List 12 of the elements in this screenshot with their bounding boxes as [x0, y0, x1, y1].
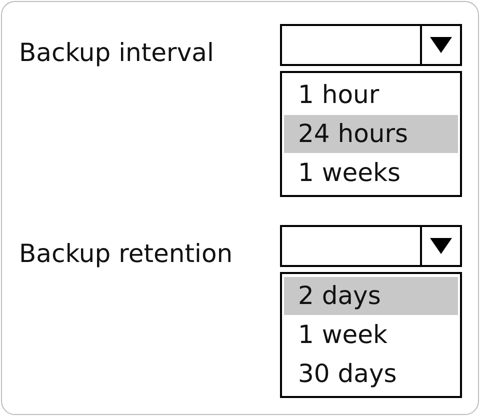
caret-icon: [430, 238, 452, 254]
caret-icon: [430, 37, 452, 53]
list-option[interactable]: 24 hours: [284, 115, 458, 153]
list-option[interactable]: 1 hour: [284, 76, 458, 114]
list-option[interactable]: 1 weeks: [284, 154, 458, 192]
list-option[interactable]: 30 days: [284, 355, 458, 393]
dropdown-field[interactable]: [280, 24, 462, 66]
list-option[interactable]: 2 days: [284, 277, 458, 315]
field-label: Backup interval: [19, 38, 214, 68]
list-option[interactable]: 1 week: [284, 316, 458, 354]
field-label: Backup retention: [19, 239, 233, 269]
dropdown-field[interactable]: [280, 225, 462, 267]
